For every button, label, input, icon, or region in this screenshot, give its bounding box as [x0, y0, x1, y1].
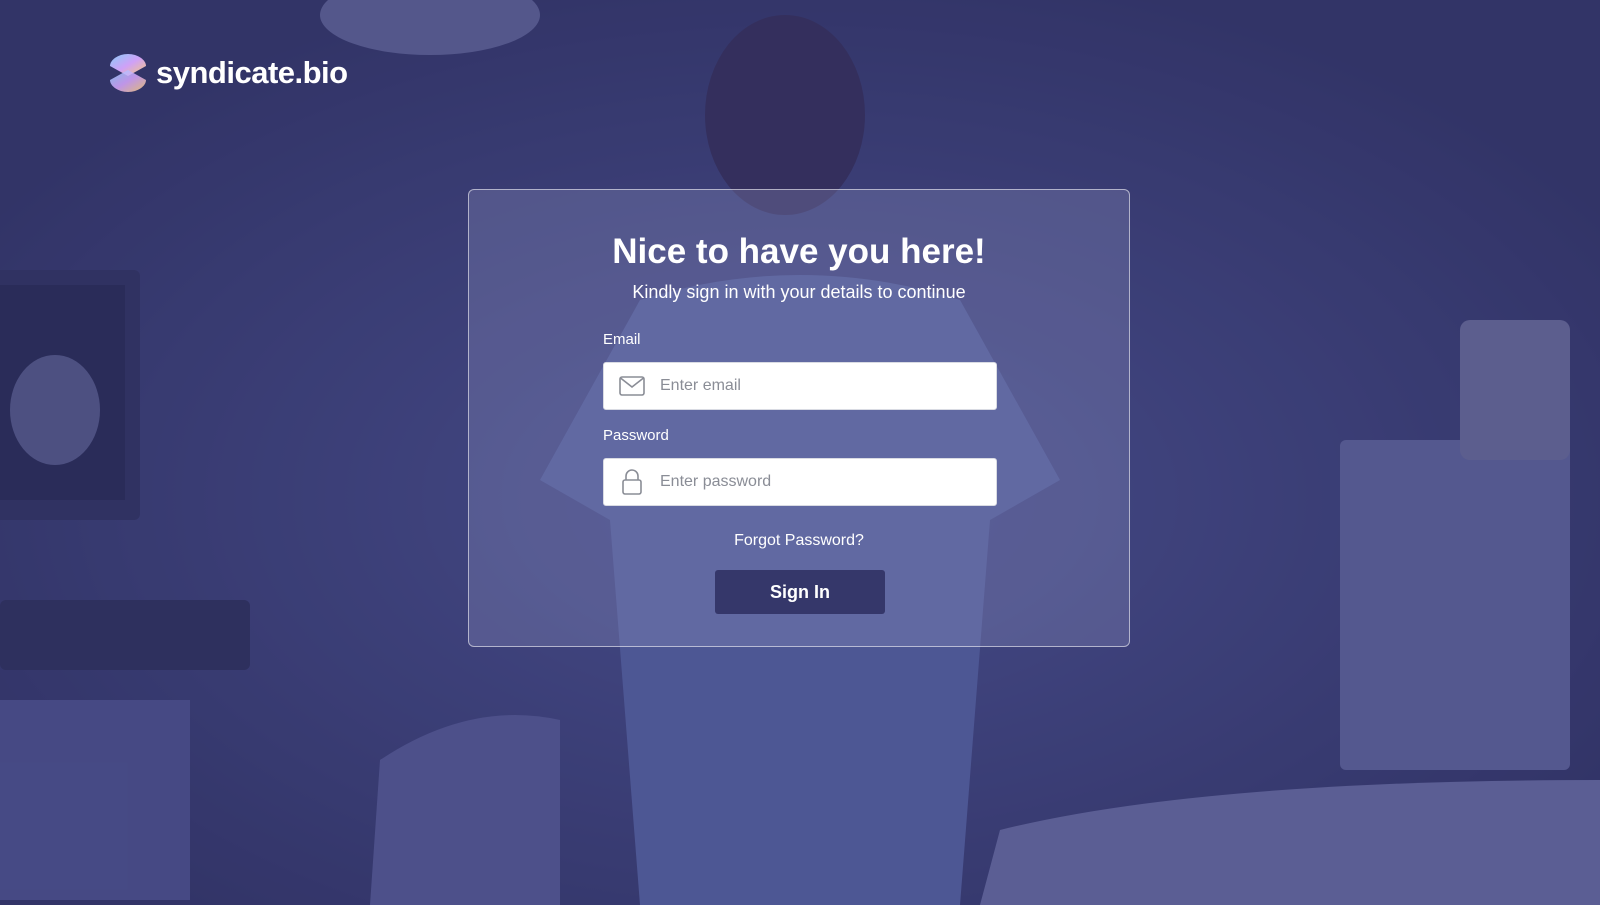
- email-label: Email: [603, 331, 641, 348]
- login-title: Nice to have you here!: [612, 232, 986, 271]
- forgot-password-link[interactable]: Forgot Password?: [469, 532, 1129, 550]
- login-card: Nice to have you here! Kindly sign in wi…: [468, 189, 1130, 647]
- email-input[interactable]: [660, 377, 980, 395]
- email-field[interactable]: [603, 362, 997, 410]
- sign-in-button[interactable]: Sign In: [715, 570, 885, 614]
- password-input[interactable]: [660, 473, 980, 491]
- brand-name: syndicate.bio: [156, 55, 348, 90]
- login-page: syndicate.bio Nice to have you here! Kin…: [0, 0, 1600, 905]
- brand-logo[interactable]: syndicate.bio: [108, 52, 348, 94]
- password-field[interactable]: [603, 458, 997, 506]
- mail-icon: [604, 376, 660, 396]
- syndicate-logo-icon: [110, 54, 146, 92]
- password-label: Password: [603, 427, 669, 444]
- lock-icon: [604, 469, 660, 495]
- login-subtitle: Kindly sign in with your details to cont…: [632, 282, 966, 302]
